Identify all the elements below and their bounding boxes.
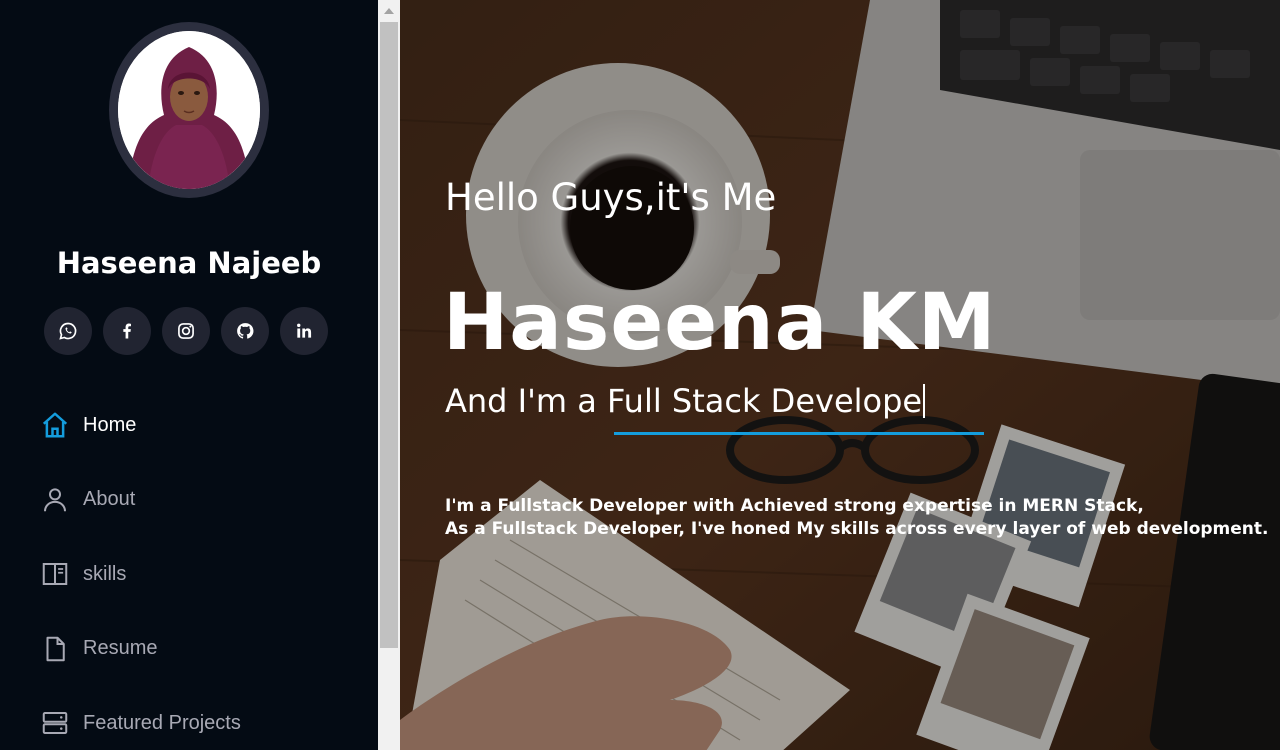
whatsapp-icon	[59, 322, 77, 340]
role-underline	[614, 432, 984, 435]
nav-label-about: About	[83, 488, 136, 510]
layout-icon	[40, 558, 72, 590]
nav-label-resume: Resume	[83, 637, 158, 659]
hero-name: Haseena KM	[443, 278, 997, 368]
instagram-link[interactable]	[162, 307, 210, 355]
server-icon	[40, 707, 72, 739]
sidebar: Haseena Najeeb Home About skills Resume …	[0, 0, 378, 750]
person-icon	[40, 484, 72, 516]
social-links	[44, 307, 328, 355]
main-nav: Home About skills Resume Featured Projec…	[40, 405, 241, 750]
nav-item-resume[interactable]: Resume	[40, 629, 241, 669]
nav-item-skills[interactable]: skills	[40, 554, 241, 594]
hero-overlay	[400, 0, 1280, 750]
linkedin-link[interactable]	[280, 307, 328, 355]
scrollbar[interactable]	[378, 0, 400, 750]
hero-role-text: And I'm a Full Stack Develope	[445, 382, 923, 420]
facebook-link[interactable]	[103, 307, 151, 355]
profile-name: Haseena Najeeb	[56, 246, 322, 280]
facebook-icon	[123, 323, 131, 339]
scroll-up-arrow-icon[interactable]	[378, 0, 400, 22]
hero-description: I'm a Fullstack Developer with Achieved …	[445, 495, 1268, 541]
nav-item-about[interactable]: About	[40, 480, 241, 520]
hero-greeting: Hello Guys,it's Me	[445, 176, 777, 219]
nav-label-home: Home	[83, 413, 137, 436]
nav-item-home[interactable]: Home	[40, 405, 241, 445]
scroll-thumb[interactable]	[380, 22, 398, 648]
instagram-icon	[178, 323, 194, 339]
avatar	[109, 22, 269, 198]
typing-cursor	[923, 384, 926, 418]
nav-label-skills: skills	[83, 562, 127, 585]
avatar-image	[118, 31, 260, 189]
home-icon	[40, 409, 72, 441]
file-icon	[40, 633, 72, 665]
hero-role: And I'm a Full Stack Develope	[445, 382, 926, 420]
hero-section: Hello Guys,it's Me Haseena KM And I'm a …	[400, 0, 1280, 750]
whatsapp-link[interactable]	[44, 307, 92, 355]
github-icon	[237, 323, 254, 339]
hero-description-line: As a Fullstack Developer, I've honed My …	[445, 519, 1269, 539]
nav-label-featured-projects: Featured Projects	[83, 711, 241, 734]
github-link[interactable]	[221, 307, 269, 355]
linkedin-icon	[297, 323, 312, 338]
nav-item-featured-projects[interactable]: Featured Projects	[40, 703, 241, 743]
hero-description-line: I'm a Fullstack Developer with Achieved …	[445, 496, 1144, 516]
